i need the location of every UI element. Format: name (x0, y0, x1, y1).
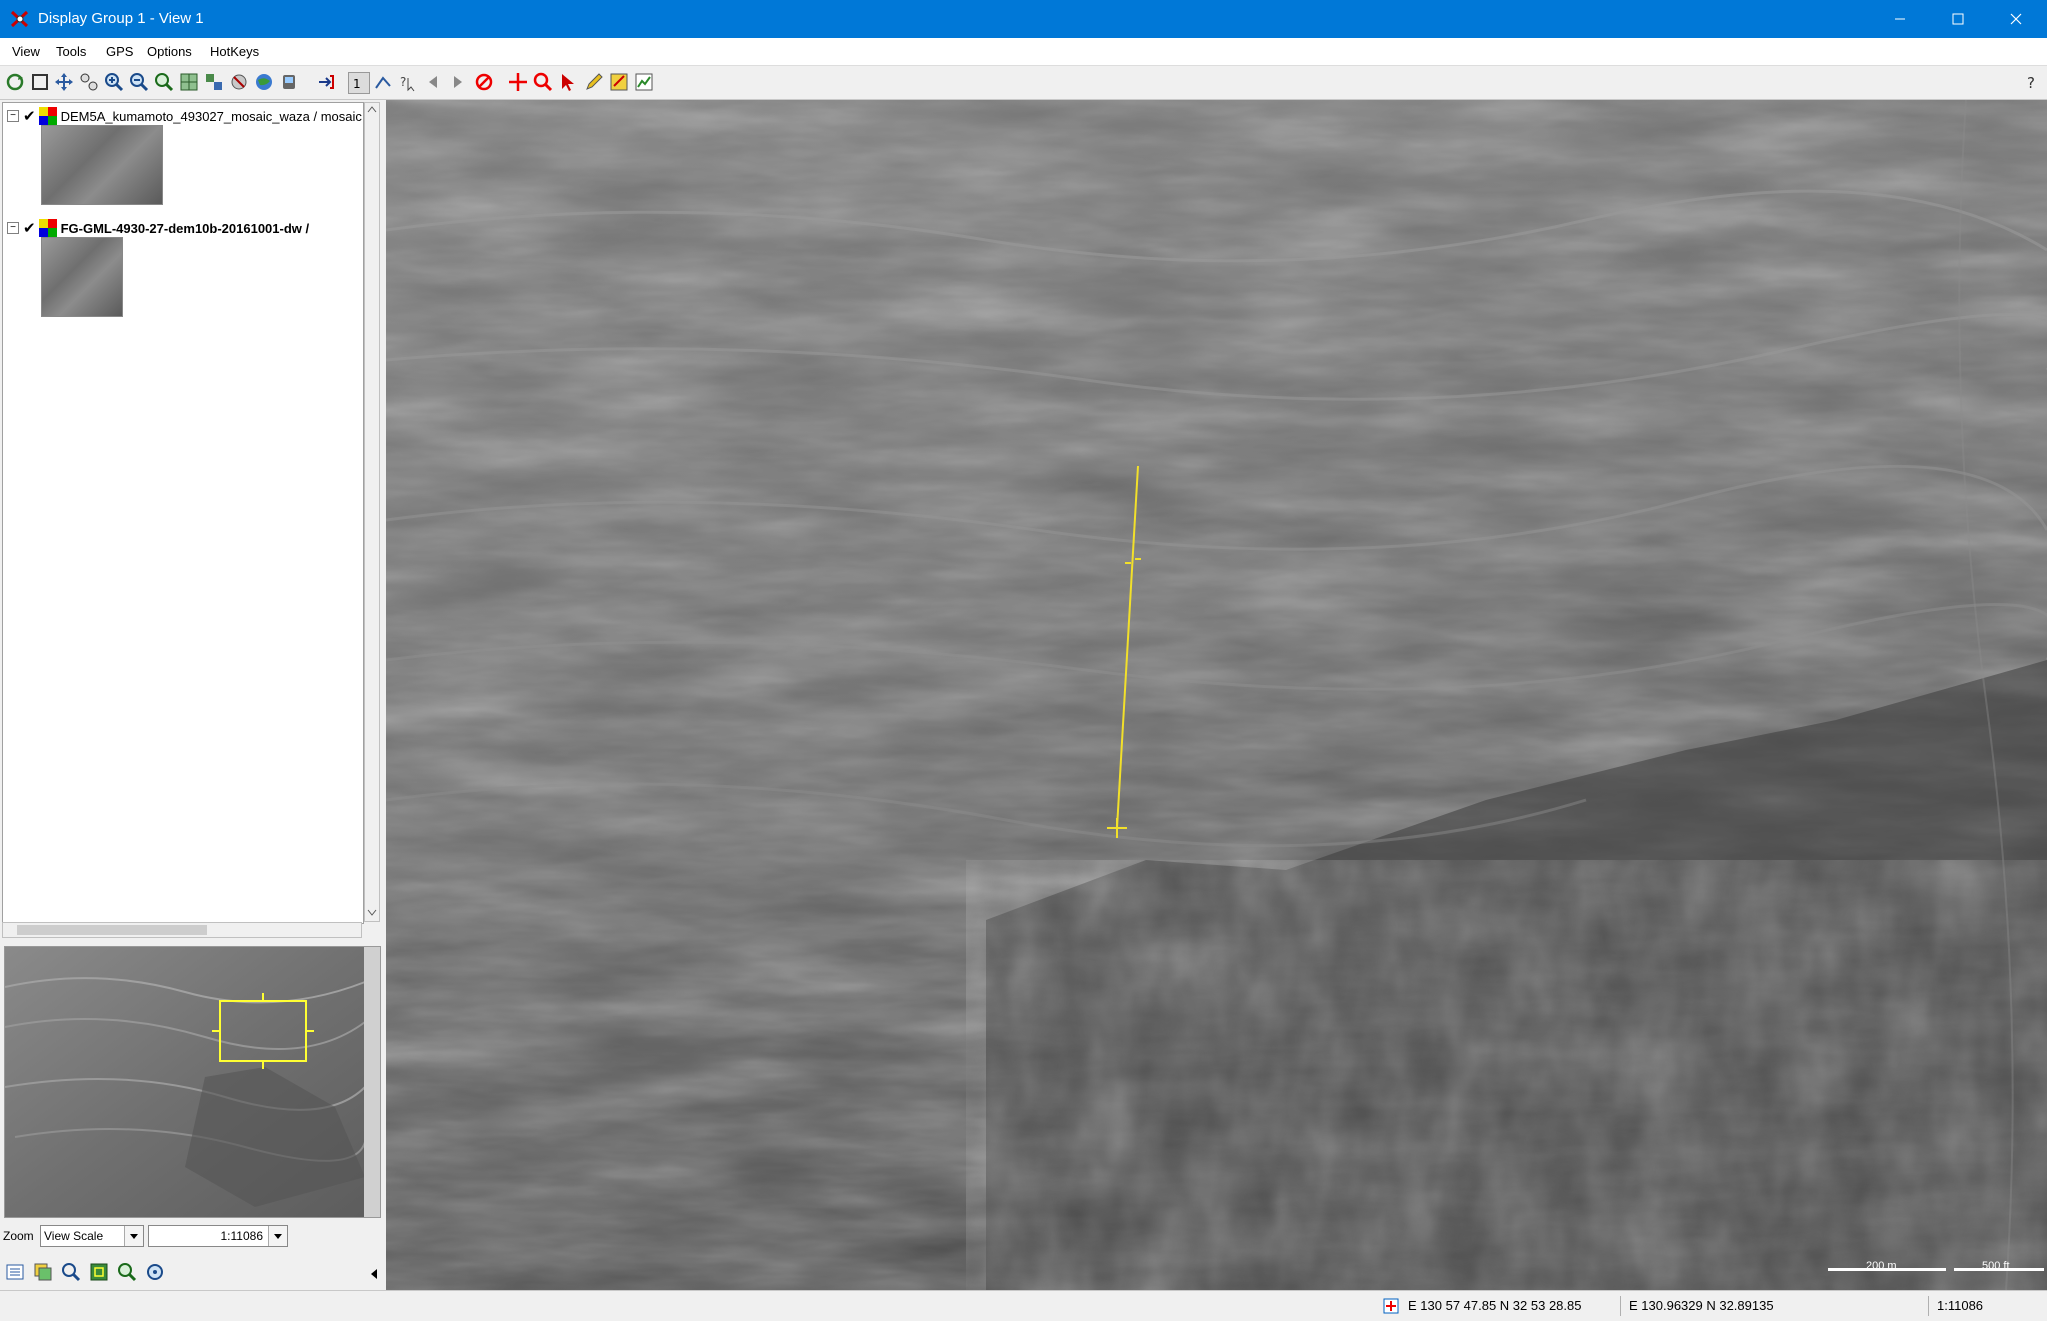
collapse-panel-icon[interactable] (369, 1268, 379, 1280)
status-bar: E 130 57 47.85 N 32 53 28.85 E 130.96329… (0, 1290, 2047, 1321)
layer-list-vertical-scrollbar[interactable] (364, 102, 380, 922)
redraw-icon[interactable] (5, 72, 25, 92)
measure-icon[interactable] (373, 72, 393, 92)
zoom-row: Zoom View Scale 1:11086 (0, 1224, 383, 1250)
scalebar-imperial-label: 500 ft (1982, 1260, 2010, 1272)
globe-icon[interactable] (254, 72, 274, 92)
svg-text:?: ? (2027, 74, 2035, 92)
layer-manager-panel: − ✔ DEM5A_kumamoto_493027_mosaic_waza / … (0, 100, 383, 1290)
layer-row[interactable]: − ✔ DEM5A_kumamoto_493027_mosaic_waza / … (7, 107, 362, 125)
add-layer-icon[interactable] (316, 72, 336, 92)
pencil-icon[interactable] (584, 72, 604, 92)
zoom-box-icon[interactable] (79, 72, 99, 92)
close-button[interactable] (1987, 0, 2045, 38)
raster-color-icon (38, 107, 57, 125)
zoom-mode-select[interactable]: View Scale (40, 1225, 144, 1247)
status-decimal-coordinates: E 130.96329 N 32.89135 (1620, 1296, 1929, 1316)
status-dms-coordinates: E 130 57 47.85 N 32 53 28.85 (1408, 1298, 1582, 1313)
stop-icon[interactable] (474, 72, 494, 92)
tntmips-app-icon (10, 10, 29, 28)
find-icon[interactable] (61, 1262, 81, 1282)
position-icon (1383, 1298, 1399, 1314)
svg-text:1: 1 (353, 77, 361, 91)
zoom-scale-value: 1:11086 (220, 1229, 264, 1243)
map-view[interactable]: 200 m 500 ft (386, 100, 2047, 1290)
help-pointer-icon[interactable]: ? (398, 72, 418, 92)
layer-list-horizontal-scrollbar[interactable] (2, 922, 362, 938)
toolbar: 1 ? ? (0, 66, 2047, 100)
menu-bar: View Tools GPS Options HotKeys (0, 38, 2047, 66)
overview-icon[interactable] (89, 1262, 109, 1282)
zoom-selection-icon[interactable] (204, 72, 224, 92)
menu-tools[interactable]: Tools (56, 44, 86, 59)
forward-icon[interactable] (448, 72, 468, 92)
scale-1-1-icon[interactable]: 1 (348, 72, 370, 94)
layer-thumbnail (41, 125, 163, 205)
raster-color-icon (38, 219, 57, 237)
zoom-mode-value: View Scale (44, 1229, 104, 1243)
back-icon[interactable] (423, 72, 443, 92)
layer-name: FG-GML-4930-27-dem10b-20161001-dw / (60, 220, 310, 236)
close-icon (2010, 13, 2022, 25)
menu-hotkeys[interactable]: HotKeys (210, 44, 259, 59)
locator-icon[interactable] (145, 1262, 165, 1282)
scroll-up-icon[interactable] (365, 103, 379, 115)
maximize-icon (1952, 13, 1964, 25)
hillshade-map (386, 100, 2047, 1290)
checkmark-icon[interactable]: ✔ (23, 107, 36, 125)
layer-thumbnail (41, 237, 123, 317)
zoom-scale-select[interactable]: 1:11086 (148, 1225, 288, 1247)
dropdown-arrow-icon[interactable] (124, 1226, 143, 1246)
locator-overview[interactable] (4, 946, 381, 1218)
dropdown-arrow-icon[interactable] (268, 1226, 287, 1246)
zoom-to-locator-icon[interactable] (117, 1262, 137, 1282)
layer-controls-icon[interactable] (33, 1262, 53, 1282)
zoom-previous-icon[interactable] (154, 72, 174, 92)
minimize-icon (1895, 18, 1905, 20)
menu-options[interactable]: Options (147, 44, 192, 59)
gps-icon[interactable] (279, 72, 299, 92)
menu-gps[interactable]: GPS (106, 44, 133, 59)
zoom-label: Zoom (3, 1229, 34, 1243)
minimize-button[interactable] (1871, 0, 1929, 38)
pan-icon[interactable] (54, 72, 74, 92)
checkmark-icon[interactable]: ✔ (23, 219, 36, 237)
layer-row[interactable]: − ✔ FG-GML-4930-27-dem10b-20161001-dw / (7, 219, 309, 237)
layer-name: DEM5A_kumamoto_493027_mosaic_waza / mosa… (60, 108, 362, 124)
help-icon[interactable]: ? (2022, 72, 2042, 92)
title-bar: Display Group 1 - View 1 (0, 0, 2047, 38)
collapse-icon[interactable]: − (7, 110, 19, 122)
collapse-icon[interactable]: − (7, 222, 19, 234)
chart-icon[interactable] (634, 72, 654, 92)
scalebar-metric-label: 200 m (1866, 1260, 1897, 1272)
zoom-active-icon[interactable] (229, 72, 249, 92)
scroll-thumb[interactable] (17, 925, 207, 935)
panel-bottom-toolbar (0, 1258, 383, 1288)
zoom-out-icon[interactable] (129, 72, 149, 92)
layer-list-icon[interactable] (5, 1262, 25, 1282)
crosshair-icon[interactable] (508, 72, 528, 92)
magnifier-icon[interactable] (533, 72, 553, 92)
full-extent-icon[interactable] (30, 72, 50, 92)
window-title: Display Group 1 - View 1 (38, 10, 204, 27)
scroll-down-icon[interactable] (365, 907, 379, 919)
overview-map (5, 947, 380, 1217)
zoom-layer-icon[interactable] (179, 72, 199, 92)
layer-list: − ✔ DEM5A_kumamoto_493027_mosaic_waza / … (2, 102, 364, 924)
zoom-in-icon[interactable] (104, 72, 124, 92)
menu-view[interactable]: View (12, 44, 40, 59)
svg-text:?: ? (400, 75, 406, 89)
edit-layer-icon[interactable] (609, 72, 629, 92)
status-scale: 1:11086 (1928, 1296, 2037, 1316)
maximize-button[interactable] (1929, 0, 1987, 38)
select-pointer-icon[interactable] (558, 72, 578, 92)
